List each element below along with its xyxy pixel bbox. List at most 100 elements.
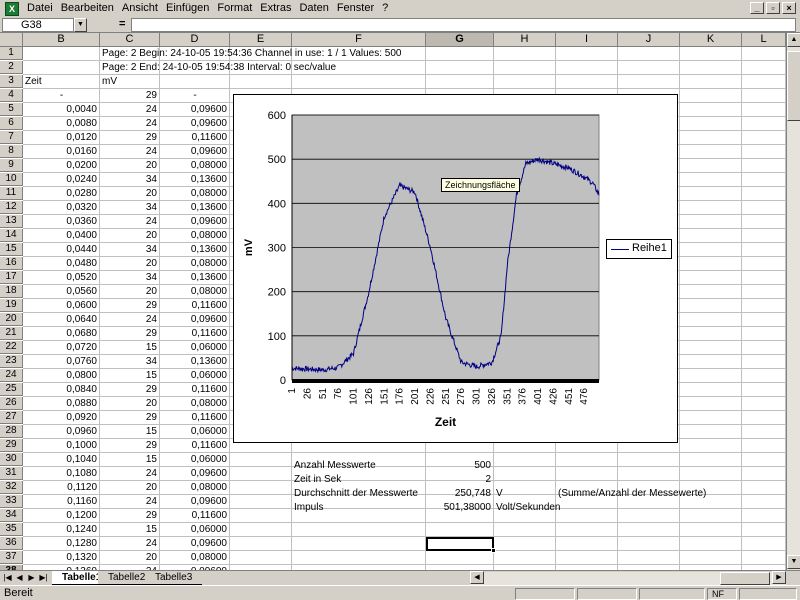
zeit-cell[interactable]: 0,0200 <box>23 159 100 172</box>
zeit-cell[interactable]: 0,1280 <box>23 537 100 550</box>
row-header[interactable]: 2 <box>0 61 23 74</box>
row-header[interactable]: 20 <box>0 313 23 326</box>
volt-cell[interactable]: 0,09600 <box>160 215 230 228</box>
mv-cell[interactable]: 20 <box>100 285 160 298</box>
mv-cell[interactable]: 24 <box>100 145 160 158</box>
volt-cell[interactable]: 0,09600 <box>160 117 230 130</box>
scroll-up-icon[interactable]: ▲ <box>787 33 800 47</box>
row-header[interactable]: 21 <box>0 327 23 340</box>
row-header[interactable]: 13 <box>0 215 23 228</box>
label-impuls[interactable]: Impuls <box>292 501 426 514</box>
prev-sheet-icon[interactable]: ◀ <box>14 572 25 584</box>
row-header[interactable]: 22 <box>0 341 23 354</box>
mv-cell[interactable]: 34 <box>100 355 160 368</box>
scroll-left-icon[interactable]: ◀ <box>470 571 484 584</box>
row-header[interactable]: 28 <box>0 425 23 438</box>
value-impuls[interactable]: 501,38000 <box>426 501 494 514</box>
mv-cell[interactable]: 15 <box>100 523 160 536</box>
vertical-scrollbar[interactable]: ▲ ▼ <box>786 33 800 570</box>
volt-cell[interactable]: 0,09600 <box>160 537 230 550</box>
volt-cell[interactable]: 0,09600 <box>160 103 230 116</box>
mv-cell[interactable]: 15 <box>100 341 160 354</box>
zeit-cell[interactable]: 0,0320 <box>23 201 100 214</box>
row-header[interactable]: 15 <box>0 243 23 256</box>
volt-cell[interactable]: 0,13600 <box>160 243 230 256</box>
mv-cell[interactable]: 29 <box>100 411 160 424</box>
column-header[interactable]: G <box>426 33 494 47</box>
menu-item[interactable]: Daten <box>295 0 332 17</box>
volt-cell[interactable]: 0,11600 <box>160 411 230 424</box>
zeit-cell[interactable]: 0,0800 <box>23 369 100 382</box>
volt-cell[interactable]: 0,06000 <box>160 369 230 382</box>
mv-cell[interactable]: 20 <box>100 551 160 564</box>
row-header[interactable]: 26 <box>0 397 23 410</box>
mv-cell[interactable]: 34 <box>100 243 160 256</box>
mv-cell[interactable]: 29 <box>100 327 160 340</box>
zeit-cell[interactable]: 0,0160 <box>23 145 100 158</box>
name-box-dropdown-icon[interactable]: ▼ <box>74 18 87 32</box>
row-header[interactable]: 19 <box>0 299 23 312</box>
menu-item[interactable]: Fenster <box>333 0 378 17</box>
column-header[interactable]: B <box>23 33 100 47</box>
row-header[interactable]: 24 <box>0 369 23 382</box>
cell-b4[interactable]: - <box>23 89 100 102</box>
column-header[interactable]: C <box>100 33 160 47</box>
horizontal-scrollbar[interactable]: ◀ ▶ <box>470 571 786 585</box>
mv-cell[interactable]: 20 <box>100 159 160 172</box>
fill-handle[interactable] <box>491 548 496 553</box>
row-header[interactable]: 10 <box>0 173 23 186</box>
mv-cell[interactable]: 24 <box>100 215 160 228</box>
select-all-corner[interactable] <box>0 33 23 47</box>
row-header[interactable]: 1 <box>0 47 23 60</box>
zeit-cell[interactable]: 0,0480 <box>23 257 100 270</box>
horizontal-scroll-thumb[interactable] <box>720 572 770 585</box>
mv-cell[interactable]: 24 <box>100 467 160 480</box>
mv-cell[interactable]: 34 <box>100 271 160 284</box>
note-durchschnitt[interactable]: (Summe/Anzahl der Messewerte) <box>556 487 786 500</box>
zeit-cell[interactable]: 0,0040 <box>23 103 100 116</box>
volt-cell[interactable]: 0,08000 <box>160 481 230 494</box>
menu-item[interactable]: Bearbeiten <box>57 0 118 17</box>
row-header[interactable]: 11 <box>0 187 23 200</box>
volt-cell[interactable]: 0,09600 <box>160 495 230 508</box>
row-header[interactable]: 12 <box>0 201 23 214</box>
zeit-cell[interactable]: 0,0960 <box>23 425 100 438</box>
chart-legend[interactable]: Reihe1 <box>606 239 672 259</box>
zeit-cell[interactable]: 0,1160 <box>23 495 100 508</box>
scroll-down-icon[interactable]: ▼ <box>787 555 800 569</box>
zeit-cell[interactable]: 0,0880 <box>23 397 100 410</box>
first-sheet-icon[interactable]: |◀ <box>2 572 13 584</box>
volt-cell[interactable]: 0,11600 <box>160 383 230 396</box>
zeit-cell[interactable]: 0,1080 <box>23 467 100 480</box>
zeit-cell[interactable]: 0,0560 <box>23 285 100 298</box>
mv-cell[interactable]: 15 <box>100 369 160 382</box>
zeit-cell[interactable]: 0,0600 <box>23 299 100 312</box>
zeit-cell[interactable]: 0,1120 <box>23 481 100 494</box>
mv-cell[interactable]: 24 <box>100 117 160 130</box>
volt-cell[interactable]: 0,06000 <box>160 523 230 536</box>
mv-cell[interactable]: 24 <box>100 103 160 116</box>
volt-cell[interactable]: 0,13600 <box>160 201 230 214</box>
vertical-scroll-thumb[interactable] <box>787 51 800 121</box>
zeit-cell[interactable]: 0,0360 <box>23 215 100 228</box>
mv-cell[interactable]: 29 <box>100 299 160 312</box>
excel-app-icon[interactable]: X <box>5 1 19 16</box>
menu-item[interactable]: Einfügen <box>162 0 213 17</box>
restore-icon[interactable]: ▫ <box>766 2 780 14</box>
volt-cell[interactable]: 0,11600 <box>160 509 230 522</box>
zeit-cell[interactable]: 0,0520 <box>23 271 100 284</box>
zeit-cell[interactable]: 0,0280 <box>23 187 100 200</box>
zeit-cell[interactable]: 0,0240 <box>23 173 100 186</box>
worksheet-grid[interactable]: BCDEFGHIJKL 1 2 3 4 5 6 7 8 9 10 11 12 13 14 15 16 17 18 1… <box>0 33 786 570</box>
row-header[interactable]: 14 <box>0 229 23 242</box>
mv-cell[interactable]: 24 <box>100 495 160 508</box>
unit-volt-sekunden[interactable]: Volt/Sekunden <box>494 501 594 514</box>
mv-cell[interactable]: 20 <box>100 257 160 270</box>
volt-cell[interactable]: 0,08000 <box>160 285 230 298</box>
row-header[interactable]: 23 <box>0 355 23 368</box>
row-header[interactable]: 34 <box>0 509 23 522</box>
column-header[interactable]: H <box>494 33 556 47</box>
row-header[interactable]: 7 <box>0 131 23 144</box>
row-header[interactable]: 29 <box>0 439 23 452</box>
row-header[interactable]: 3 <box>0 75 23 88</box>
